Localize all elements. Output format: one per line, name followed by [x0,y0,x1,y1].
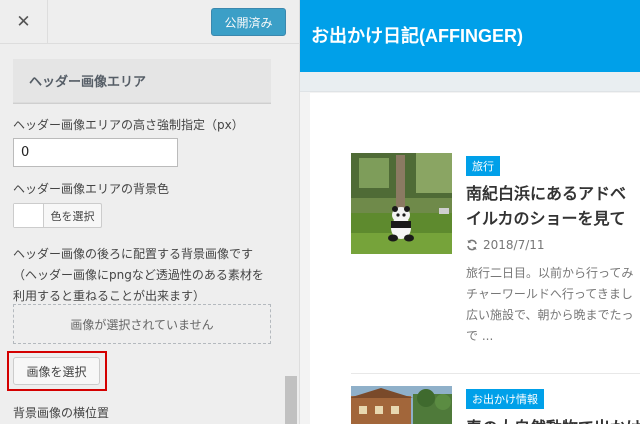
bg-position-label: 背景画像の横位置 [13,406,110,420]
close-button[interactable]: ✕ [0,0,48,44]
post-thumbnail[interactable] [351,386,452,424]
post-title-line1[interactable]: 春の大自然動物で出かけ [466,415,640,424]
post-category-badge[interactable]: 旅行 [466,156,500,176]
post-excerpt-line: で ... [466,329,494,343]
height-label: ヘッダー画像エリアの高さ強制指定（px） [13,118,244,132]
select-image-button[interactable]: 画像を選択 [13,357,100,385]
scrollbar-track[interactable] [284,44,298,424]
customizer-panel: ✕ 公開済み ヘッダー画像エリア ヘッダー画像エリアの高さ強制指定（px） ヘッ… [0,0,300,424]
panda-photo-icon [351,153,452,254]
site-header: お出かけ日記(AFFINGER) [300,0,640,72]
customizer-topbar: ✕ 公開済み [0,0,299,44]
post-date-text: 2018/7/11 [483,238,545,252]
scrollbar-thumb[interactable] [285,376,297,424]
post-excerpt-line: チャーワールドへ行ってきまし [466,287,633,301]
close-icon: ✕ [16,12,31,32]
site-preview: お出かけ日記(AFFINGER) 旅行 南紀白浜にあるアドベ イルカのショーを見… [300,0,640,424]
post-separator [351,373,640,374]
post-title-line1[interactable]: 南紀白浜にあるアドベ [466,181,640,206]
color-swatch [14,204,44,227]
publish-button[interactable]: 公開済み [211,8,286,36]
refresh-icon [467,239,477,251]
post-excerpt-line: 広い施設で、朝から晩までたっ [466,308,634,322]
color-picker-button[interactable]: 色を選択 [13,203,102,228]
post-thumbnail[interactable] [351,153,452,254]
bg-image-description: ヘッダー画像の後ろに配置する背景画像です（ヘッダー画像にpngなど透過性のある素… [13,247,264,303]
color-picker-label: 色を選択 [50,209,95,223]
post-title-line2[interactable]: イルカのショーを見て [466,206,640,231]
post-excerpt-line: 旅行二日目。以前から行ってみ [466,266,634,280]
building-photo-icon [351,386,452,424]
section-divider [13,103,271,104]
bg-color-label: ヘッダー画像エリアの背景色 [13,182,170,196]
post-date: 2018/7/11 [466,238,545,252]
image-placeholder: 画像が選択されていません [13,304,271,344]
post-category-badge[interactable]: お出かけ情報 [466,389,544,409]
site-title[interactable]: お出かけ日記(AFFINGER) [311,22,523,48]
section-title: ヘッダー画像エリア [13,59,271,103]
height-input[interactable] [13,138,178,167]
post-list: 旅行 南紀白浜にあるアドベ イルカのショーを見て 2018/7/11 旅行二日目… [310,93,640,424]
header-image-area [300,72,640,92]
